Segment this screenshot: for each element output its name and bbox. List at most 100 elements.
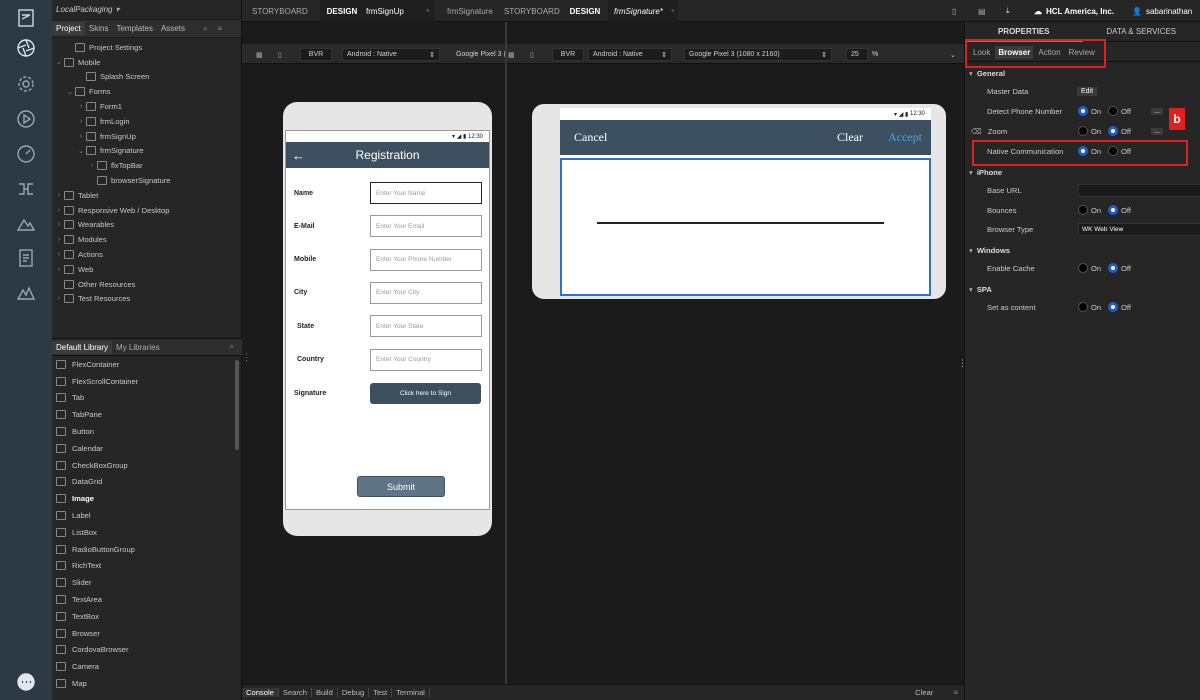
tree-caret-icon[interactable]: ⌄ [54,58,64,66]
section-spa[interactable]: ▾ SPA [965,280,1200,298]
mobile-device-icon[interactable]: ▯ [952,0,956,22]
tab-terminal[interactable]: Terminal [392,688,430,697]
user-menu[interactable]: 👤 sabarinathan [1132,0,1192,22]
clipboard-icon[interactable]: ▤ [978,0,986,22]
search-icon[interactable]: ⌕ [203,24,207,34]
tree-caret-icon[interactable]: › [54,236,64,243]
platform-select-1[interactable]: Android : Native ⇕ [342,48,440,61]
library-item[interactable]: DataGrid [52,474,242,491]
library-item[interactable]: CheckBoxGroup [52,457,242,474]
library-item[interactable]: Label [52,507,242,524]
tab-storyboard-2[interactable]: STORYBOARD [504,0,560,22]
tree-item[interactable]: › flxTopBar [52,158,241,173]
tree-item[interactable]: ⌄ frmSignature [52,144,241,159]
field-input[interactable]: Enter Your Phone Number [370,248,482,271]
back-arrow-icon[interactable]: ← [292,148,305,163]
field-input[interactable]: Enter Your Email [370,215,482,238]
library-item[interactable]: Tab [52,390,242,407]
gauge-icon[interactable] [14,142,38,166]
phone-icon[interactable]: ▯ [278,48,282,61]
edit-button[interactable]: Edit [1077,86,1098,96]
collapse-chevron-icon[interactable]: ⌄ [950,48,956,61]
tree-item[interactable]: › Wearables [52,218,241,233]
tab-my-libraries[interactable]: My Libraries [112,341,164,354]
clear-button[interactable]: Clear [837,130,863,145]
library-item[interactable]: FlexScrollContainer [52,373,242,390]
library-item[interactable]: TextArea [52,591,242,608]
browser-type-select[interactable]: WK Web View [1078,222,1200,236]
tab-design-2[interactable]: DESIGN [564,0,606,22]
tree-item[interactable]: ⌄ Forms [52,84,241,99]
tree-item[interactable]: › frmLogin [52,114,241,129]
layout-icon-2[interactable]: ▦ [508,48,515,61]
tab-frmsignature-1[interactable]: frmSignature [447,0,493,22]
phone-icon-2[interactable]: ▯ [530,48,534,61]
organization[interactable]: ☁ HCL America, Inc. [1034,0,1114,22]
tab-frmsignature-2[interactable]: frmSignature* × [608,0,678,22]
tab-data-services[interactable]: DATA & SERVICES [1083,27,1200,36]
tree-item[interactable]: Other Resources [52,277,241,292]
field-input[interactable]: Enter Your State [370,315,482,338]
library-item[interactable]: Button [52,423,242,440]
library-item[interactable]: TabPane [52,406,242,423]
zoom-input[interactable]: 25 [846,48,868,61]
tab-skins[interactable]: Skins [85,22,113,35]
tab-test[interactable]: Test [369,688,393,697]
tree-item[interactable]: Project Settings [52,40,241,55]
clear-console-button[interactable]: Clear [915,688,933,697]
library-item[interactable]: ListBox [52,524,242,541]
tree-caret-icon[interactable]: › [54,207,64,214]
tree-item[interactable]: › frmSignUp [52,129,241,144]
more-button[interactable]: ... [1151,107,1163,115]
tab-search[interactable]: Search [279,688,312,697]
radio-on[interactable]: On [1078,263,1101,273]
tab-templates[interactable]: Templates [112,22,156,35]
chat-icon[interactable] [14,670,38,694]
tree-item[interactable]: › Responsive Web / Desktop [52,203,241,218]
tree-caret-icon[interactable]: › [76,103,86,110]
library-search-icon[interactable]: ⌕ [230,342,234,352]
radio-on[interactable]: On [1078,302,1101,312]
accept-button[interactable]: Accept [888,130,922,145]
menu-icon[interactable]: ≡ [217,24,222,33]
close-icon[interactable]: × [671,8,675,15]
radio-off[interactable]: Off [1108,205,1131,215]
drag-handle-icon[interactable]: ⋮ [242,352,251,363]
browser-signature-area[interactable] [560,158,931,296]
peaks-icon[interactable] [14,281,38,305]
play-icon[interactable] [14,107,38,131]
platform-select-2[interactable]: Android : Native ⇕ [588,48,672,61]
tree-caret-icon[interactable]: › [54,295,64,302]
tab-default-library[interactable]: Default Library [52,340,113,354]
radio-off[interactable]: Off [1108,263,1131,273]
editor-split-divider[interactable] [505,22,507,684]
library-item[interactable]: Map [52,675,242,692]
document-icon[interactable] [14,246,38,270]
tree-caret-icon[interactable]: › [87,162,97,169]
field-input[interactable]: Enter Your Name [370,182,482,204]
library-item[interactable]: Camera [52,658,242,675]
tree-item[interactable]: Splash Screen [52,70,241,85]
tree-caret-icon[interactable]: ⌄ [76,147,86,155]
tree-item[interactable]: › Actions [52,247,241,262]
library-item[interactable]: Slider [52,574,242,591]
radio-on[interactable]: On [1078,126,1101,136]
gear-icon[interactable] [14,72,38,96]
section-windows[interactable]: ▾ Windows [965,241,1200,259]
menu-icon[interactable]: ≡ [953,688,958,697]
project-selector[interactable]: LocalPackaging ▾ [52,0,241,20]
radio-off[interactable]: Off [1108,126,1131,136]
tree-item[interactable]: › Modules [52,232,241,247]
library-item[interactable]: Image [52,490,242,507]
sign-button[interactable]: Click here to Sign [370,383,481,404]
device-select-1[interactable]: Google Pixel 3 ( [456,48,506,61]
radio-off[interactable]: Off [1108,106,1131,116]
radio-off[interactable]: Off [1108,302,1131,312]
tab-debug[interactable]: Debug [338,688,370,697]
library-item[interactable]: Browser [52,625,242,642]
layout-icon[interactable]: ▦ [256,48,263,61]
base-url-input[interactable] [1078,183,1200,197]
library-scrollbar[interactable] [235,360,239,450]
submit-button[interactable]: Submit [357,476,445,497]
tab-project[interactable]: Project [52,22,85,35]
